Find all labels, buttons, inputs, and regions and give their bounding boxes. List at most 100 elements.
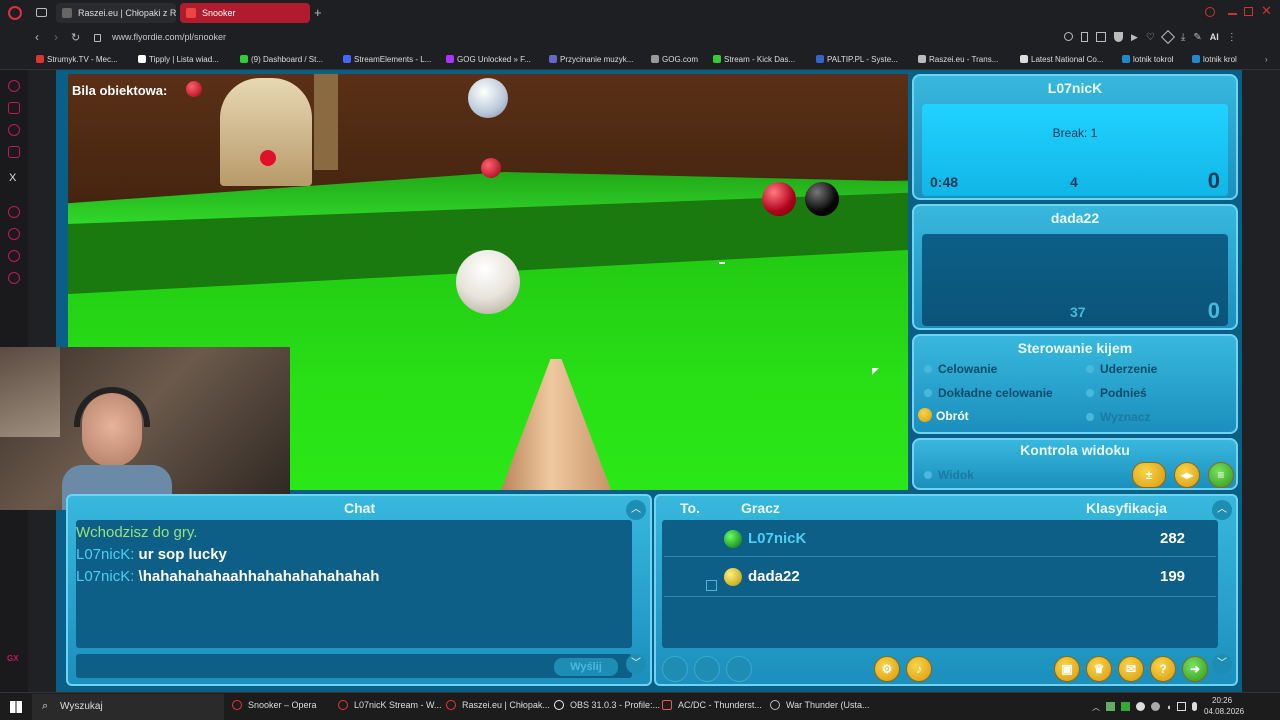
- option-rotate[interactable]: Obrót: [918, 408, 969, 423]
- sidebar-whatsapp-icon[interactable]: [8, 124, 20, 136]
- snapshot-icon[interactable]: [1096, 32, 1106, 42]
- search-tabs-icon[interactable]: [1205, 7, 1215, 17]
- bookmark-item[interactable]: StreamElements - L...: [343, 55, 431, 64]
- bookmark-item[interactable]: GOG Unlocked » F...: [446, 55, 531, 64]
- heart-icon[interactable]: ♡: [1146, 32, 1155, 44]
- back-icon[interactable]: ‹: [35, 30, 39, 44]
- search-icon: ⌕: [42, 700, 49, 712]
- close-icon[interactable]: ✕: [1261, 3, 1272, 19]
- room-poster: [0, 347, 60, 437]
- taskbar-item[interactable]: Raszei.eu | Chłopak...: [446, 700, 550, 710]
- sidebar-player-icon[interactable]: [8, 206, 20, 218]
- taskbar-item[interactable]: OBS 31.0.3 - Profile:...: [554, 700, 660, 710]
- webcam-overlay: [0, 347, 290, 510]
- play-icon[interactable]: ▶: [1131, 32, 1138, 44]
- more-bookmarks-icon[interactable]: ›: [1265, 55, 1268, 64]
- toolbar-icons[interactable]: ▶ ♡ ⤓ ✎ AI ⋮: [1064, 29, 1244, 45]
- send-button[interactable]: Wyślij: [554, 658, 618, 676]
- option-aiming[interactable]: Celowanie: [924, 362, 997, 376]
- object-ball-red: [186, 81, 202, 97]
- radio-icon: [1086, 389, 1094, 397]
- tab-overview-icon[interactable]: [36, 8, 47, 17]
- windows-start-icon[interactable]: [10, 701, 22, 713]
- tab-raszei[interactable]: Raszei.eu | Chłopaki z Ras: [56, 3, 176, 23]
- table-invite-icon[interactable]: [706, 580, 717, 591]
- taskbar-item[interactable]: L07nicK Stream - W...: [338, 700, 442, 710]
- tab-snooker[interactable]: Snooker: [180, 3, 310, 23]
- bookmark-item[interactable]: Przycinanie muzyk...: [549, 55, 633, 64]
- bookmark-item[interactable]: (9) Dashboard / St...: [240, 55, 323, 64]
- shield-icon[interactable]: [1114, 32, 1123, 42]
- ai-label[interactable]: AI: [1210, 32, 1219, 44]
- help-button[interactable]: ?: [1150, 656, 1176, 682]
- taskbar-search[interactable]: ⌕ Wyszukaj: [32, 694, 224, 720]
- trophy-button[interactable]: ♛: [1086, 656, 1112, 682]
- radio-icon: [924, 471, 932, 479]
- exit-button[interactable]: ➜: [1182, 656, 1208, 682]
- taskbar-item[interactable]: AC/DC - Thunderst...: [662, 700, 762, 710]
- bookmark-item[interactable]: Stream - Kick Das...: [713, 55, 795, 64]
- download-icon[interactable]: ⤓: [1181, 32, 1185, 44]
- table-row[interactable]: L07nicK 282: [664, 526, 1216, 552]
- taskbar-item[interactable]: Snooker – Opera: [232, 700, 317, 710]
- opera-menu-icon[interactable]: [8, 6, 22, 20]
- ranking-action-button[interactable]: [694, 656, 720, 682]
- url-field[interactable]: www.flyordie.com/pl/snooker: [112, 32, 226, 42]
- minimize-icon[interactable]: [1228, 13, 1237, 15]
- clock-time[interactable]: 20:26: [1212, 696, 1232, 705]
- ranking-scroll-up-icon[interactable]: ︿: [1212, 500, 1232, 520]
- chat-scroll-down-icon[interactable]: ﹀: [626, 654, 646, 674]
- table-button[interactable]: ▣: [1054, 656, 1080, 682]
- zoom-view-button[interactable]: ±: [1132, 462, 1166, 488]
- chat-scroll-up-icon[interactable]: ︿: [626, 500, 646, 520]
- rotate-view-button[interactable]: ◂▸: [1174, 462, 1200, 488]
- bookmark-item[interactable]: Strumyk.TV - Mec...: [36, 55, 118, 64]
- bookmark-item[interactable]: lotnik tokrol: [1122, 55, 1173, 64]
- sidebar-messenger-icon[interactable]: [8, 102, 20, 114]
- col-rating: Klasyfikacja: [1086, 500, 1167, 516]
- option-view[interactable]: Widok: [924, 468, 974, 482]
- sidebar-aria-icon[interactable]: [8, 80, 20, 92]
- player-ball-icon: [724, 568, 742, 586]
- menu-icon[interactable]: ⋮: [1227, 32, 1237, 44]
- option-strike[interactable]: Uderzenie: [1086, 362, 1157, 376]
- ranking-action-button[interactable]: [662, 656, 688, 682]
- clock-date[interactable]: 04.08.2026: [1204, 707, 1244, 716]
- bookmark-item[interactable]: lotnik krol: [1192, 55, 1237, 64]
- ranking-action-button[interactable]: [726, 656, 752, 682]
- ranking-scroll-down-icon[interactable]: ﹀: [1212, 654, 1232, 674]
- taskbar-item[interactable]: War Thunder (Usta...: [770, 700, 870, 710]
- sound-button[interactable]: ♪: [906, 656, 932, 682]
- chat-input[interactable]: [76, 654, 632, 678]
- option-mark[interactable]: Wyznacz: [1086, 410, 1150, 424]
- forward-icon[interactable]: ›: [54, 30, 58, 44]
- network-icon: [1177, 702, 1187, 711]
- table-row[interactable]: dada22 199: [664, 564, 1216, 591]
- settings-gear-button[interactable]: ⚙: [874, 656, 900, 682]
- chat-bubble-button[interactable]: ✉: [1118, 656, 1144, 682]
- option-precise-aiming[interactable]: Dokładne celowanie: [924, 386, 1053, 400]
- bookmark-item[interactable]: Latest National Co...: [1020, 55, 1103, 64]
- extensions-icon[interactable]: [1160, 29, 1175, 45]
- sidebar-clock-icon[interactable]: [8, 250, 20, 262]
- bookmark-item[interactable]: PALTIP.PL - Syste...: [816, 55, 898, 64]
- reload-icon[interactable]: ↻: [71, 31, 80, 44]
- option-raise[interactable]: Podnieś: [1086, 386, 1147, 400]
- maximize-icon[interactable]: [1244, 7, 1253, 16]
- edit-icon[interactable]: ✎: [1193, 32, 1201, 44]
- player1-score: 0: [1207, 168, 1220, 193]
- sidebar-history-icon[interactable]: [8, 228, 20, 240]
- bookmark-item[interactable]: GOG.com: [651, 55, 698, 64]
- zoom-icon[interactable]: [1064, 32, 1073, 41]
- tilt-view-button[interactable]: ≡: [1208, 462, 1234, 488]
- sidebar-x-icon[interactable]: X: [9, 172, 16, 184]
- bookmark-item[interactable]: Tipply | Lista wiad...: [138, 55, 219, 64]
- bookmark-icon[interactable]: [1081, 32, 1088, 42]
- sidebar-instagram-icon[interactable]: [8, 146, 20, 158]
- new-tab-plus-icon[interactable]: +: [314, 5, 322, 20]
- sidebar-gx-icon[interactable]: GX: [7, 654, 19, 663]
- bookmark-item[interactable]: Raszei.eu - Trans...: [918, 55, 998, 64]
- tray-icons[interactable]: ︿ ◖: [1092, 702, 1202, 712]
- player1-panel: L07nicK Break: 1 0:48 4 0: [912, 74, 1238, 200]
- sidebar-settings-icon[interactable]: [8, 272, 20, 284]
